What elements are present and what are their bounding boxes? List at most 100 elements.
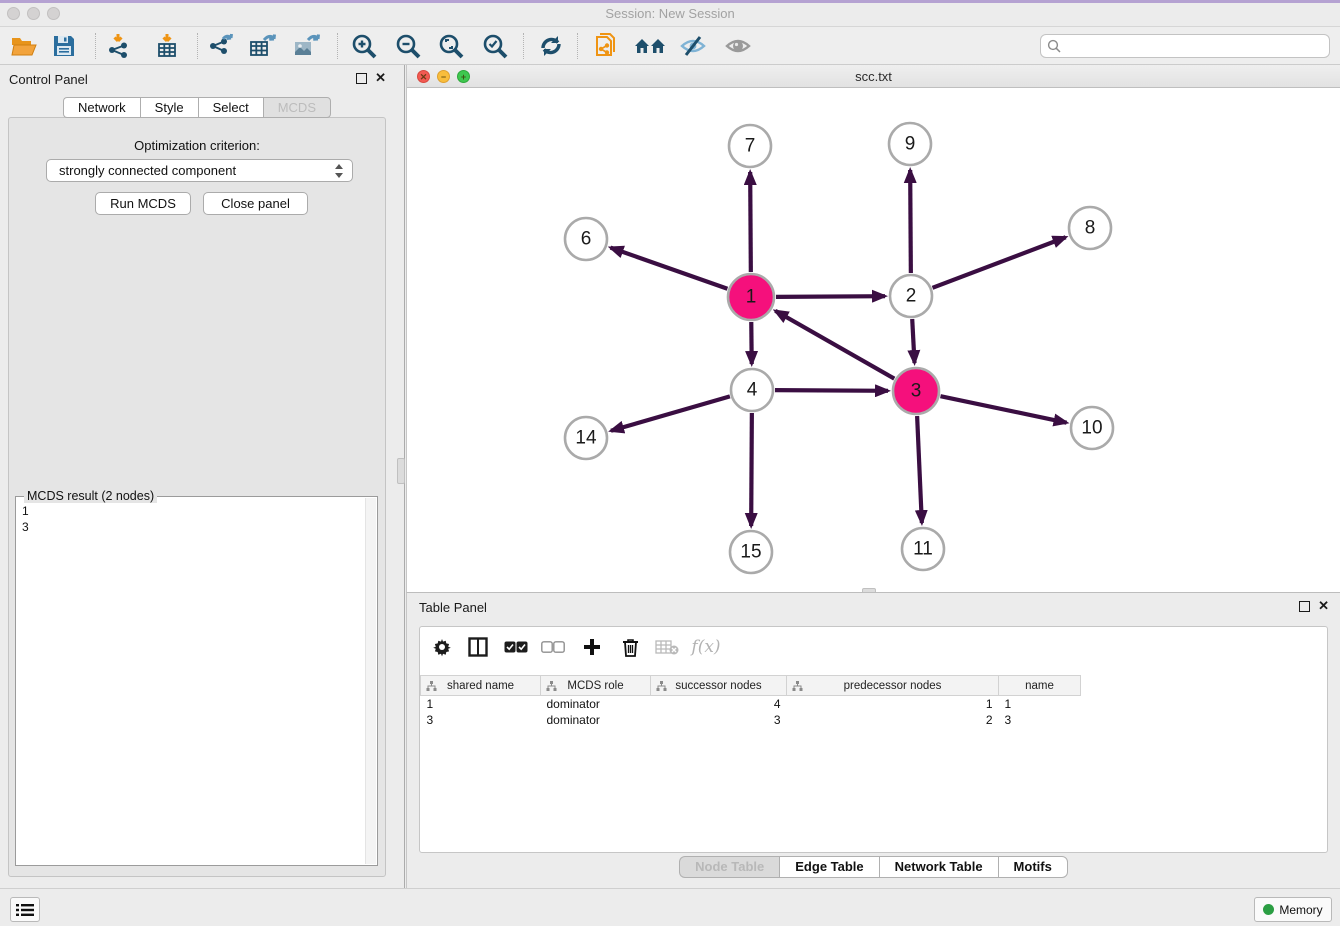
network-window-titlebar[interactable]: ✕ − + scc.txt [407,65,1340,88]
close-icon[interactable]: ✕ [375,70,386,86]
graph-node-4[interactable]: 4 [731,369,773,411]
delete-column-button[interactable] [616,633,644,661]
refresh-icon [538,33,564,59]
graph-edge-4-15[interactable] [751,413,752,526]
create-column-button[interactable] [578,633,606,661]
column-header-successor-nodes[interactable]: successor nodes [651,676,787,696]
show-column-panel-button[interactable] [464,633,492,661]
float-window-icon[interactable] [356,73,367,84]
graph-edge-2-9[interactable] [910,170,911,273]
save-session-button[interactable] [48,30,80,62]
mcds-result-text[interactable]: 1 3 [16,499,365,865]
list-icon [16,903,34,917]
import-network-icon [107,33,133,59]
run-mcds-button[interactable]: Run MCDS [95,192,191,215]
graph-node-14[interactable]: 14 [565,417,607,459]
graph-node-label: 3 [911,381,922,402]
graph-edge-1-2[interactable] [776,296,885,297]
export-network-icon [207,33,234,59]
open-session-button[interactable] [8,30,40,62]
tab-mcds[interactable]: MCDS [263,97,331,118]
criterion-dropdown[interactable]: strongly connected component [46,159,353,182]
table-panel-header: Table Panel ✕ [407,593,1340,623]
refresh-layout-button[interactable] [535,30,567,62]
zoom-out-button[interactable] [392,30,424,62]
export-image-button[interactable] [291,30,323,62]
close-panel-button[interactable]: Close panel [203,192,308,215]
toolbar-separator [523,33,524,59]
graph-edge-2-8[interactable] [933,237,1066,288]
graph-node-9[interactable]: 9 [889,123,931,165]
graph-node-3[interactable]: 3 [893,368,939,414]
graph-node-1[interactable]: 1 [728,274,774,320]
memory-label: Memory [1279,903,1322,917]
function-builder-button[interactable]: f(x) [692,633,720,661]
zoom-fit-button[interactable] [435,30,467,62]
graph-node-11[interactable]: 11 [902,528,944,570]
tab-select[interactable]: Select [198,97,263,118]
import-network-button[interactable] [104,30,136,62]
graph-node-label: 11 [913,539,933,560]
graph-edge-2-3[interactable] [912,319,914,363]
task-history-button[interactable] [10,897,40,922]
node-table: shared name MCDS role successor nodes pr… [420,675,1081,728]
tab-network-table[interactable]: Network Table [879,856,998,878]
graph-node-label: 1 [746,287,757,308]
graph-edge-3-1[interactable] [775,311,894,379]
column-type-icon [426,681,437,692]
column-header-mcds-role[interactable]: MCDS role [541,676,651,696]
graph-node-2[interactable]: 2 [890,275,932,317]
graph-edge-4-14[interactable] [611,396,730,430]
deselect-all-button[interactable] [539,633,567,661]
graph-node-15[interactable]: 15 [730,531,772,573]
export-table-button[interactable] [247,30,279,62]
graph-node-7[interactable]: 7 [729,125,771,167]
graph-edge-1-7[interactable] [750,172,751,272]
table-settings-button[interactable] [428,633,456,661]
tab-network[interactable]: Network [63,97,140,118]
table-row[interactable]: 3 dominator 3 2 3 [421,712,1081,728]
clone-network-button[interactable] [590,30,622,62]
zoom-selected-button[interactable] [479,30,511,62]
network-canvas[interactable]: 1 2 3 4 6 7 8 9 10 11 14 15 [407,88,1340,592]
column-header-shared-name[interactable]: shared name [421,676,541,696]
houses-icon [634,34,666,58]
zoom-in-button[interactable] [348,30,380,62]
status-bar: Memory [0,888,1340,926]
import-table-button[interactable] [151,30,183,62]
graph-node-label: 8 [1085,218,1096,239]
graph-node-6[interactable]: 6 [565,218,607,260]
toolbar-separator [577,33,578,59]
export-network-button[interactable] [204,30,236,62]
graph-node-label: 15 [740,542,761,563]
memory-button[interactable]: Memory [1254,897,1332,922]
column-header-predecessor-nodes[interactable]: predecessor nodes [787,676,999,696]
tab-style[interactable]: Style [140,97,198,118]
result-scrollbar[interactable] [365,498,376,864]
graph-edge-3-11[interactable] [917,416,922,523]
search-input[interactable] [1040,34,1330,58]
split-columns-icon [468,637,488,657]
show-graphics-button[interactable] [722,30,754,62]
graph-edge-4-3[interactable] [775,390,888,391]
home-networks-button[interactable] [634,30,666,62]
graph-edge-3-10[interactable] [940,396,1066,423]
vertical-splitter-handle[interactable] [397,458,405,484]
tab-motifs[interactable]: Motifs [998,856,1068,878]
column-header-name[interactable]: name [999,676,1081,696]
save-icon [53,35,75,57]
hide-graphics-button[interactable] [677,30,709,62]
float-window-icon[interactable] [1299,601,1310,612]
table-row[interactable]: 1 dominator 4 1 1 [421,696,1081,712]
delete-table-button[interactable] [653,633,681,661]
select-all-button[interactable] [502,633,530,661]
network-graph[interactable]: 1 2 3 4 6 7 8 9 10 11 14 15 [407,88,1340,592]
search-field-wrap [1040,34,1330,58]
graph-edge-1-6[interactable] [611,248,728,289]
graph-node-10[interactable]: 10 [1071,407,1113,449]
close-icon[interactable]: ✕ [1318,598,1329,614]
graph-node-8[interactable]: 8 [1069,207,1111,249]
tab-node-table[interactable]: Node Table [679,856,779,878]
tab-edge-table[interactable]: Edge Table [779,856,878,878]
titlebar[interactable]: Session: New Session [0,0,1340,27]
